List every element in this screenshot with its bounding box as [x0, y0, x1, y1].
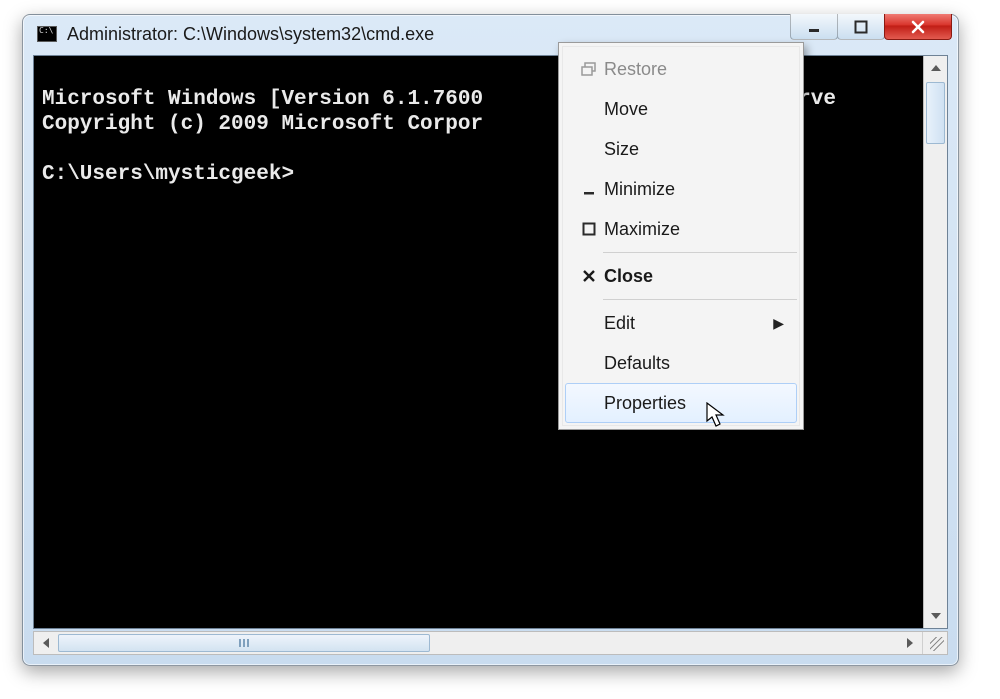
cmd-window: Administrator: C:\Windows\system32\cmd.e…	[22, 14, 959, 666]
close-icon	[909, 20, 927, 34]
restore-icon	[574, 62, 604, 76]
vertical-scroll-thumb[interactable]	[926, 82, 945, 144]
scroll-right-arrow-icon[interactable]	[898, 632, 922, 654]
vertical-scrollbar[interactable]	[923, 56, 947, 628]
console-prompt: C:\Users\mysticgeek>	[42, 163, 294, 186]
minimize-menu-icon	[574, 182, 604, 196]
cmd-icon	[37, 26, 57, 42]
menu-item-close[interactable]: Close	[565, 256, 797, 296]
menu-separator-1	[603, 252, 797, 253]
menu-item-move[interactable]: Move	[565, 89, 797, 129]
menu-item-defaults[interactable]: Defaults	[565, 343, 797, 383]
window-title: Administrator: C:\Windows\system32\cmd.e…	[67, 24, 434, 45]
system-menu: Restore Move Size Minimize Maximize	[558, 42, 804, 430]
scroll-left-arrow-icon[interactable]	[34, 632, 58, 654]
caption-buttons	[791, 14, 952, 40]
menu-label-defaults: Defaults	[604, 353, 784, 374]
console-line-1a: Microsoft Windows [Version 6.1.7600	[42, 88, 483, 111]
menu-label-move: Move	[604, 99, 784, 120]
menu-item-minimize[interactable]: Minimize	[565, 169, 797, 209]
console-client-area[interactable]: Microsoft Windows [Version 6.1.7600 rese…	[33, 55, 948, 629]
horizontal-scrollbar[interactable]	[33, 631, 948, 655]
scroll-down-arrow-icon[interactable]	[924, 604, 947, 628]
system-menu-inner: Restore Move Size Minimize Maximize	[562, 46, 800, 426]
menu-label-size: Size	[604, 139, 784, 160]
scroll-up-arrow-icon[interactable]	[924, 56, 947, 80]
maximize-icon	[854, 20, 868, 34]
menu-item-edit[interactable]: Edit ▶	[565, 303, 797, 343]
menu-label-properties: Properties	[604, 393, 784, 414]
close-menu-icon	[574, 269, 604, 283]
menu-item-size[interactable]: Size	[565, 129, 797, 169]
minimize-icon	[807, 20, 821, 34]
menu-item-restore: Restore	[565, 49, 797, 89]
menu-item-properties[interactable]: Properties	[565, 383, 797, 423]
horizontal-scroll-thumb[interactable]	[58, 634, 430, 652]
menu-label-edit: Edit	[604, 313, 773, 334]
maximize-menu-icon	[574, 222, 604, 236]
resize-grip-icon[interactable]	[922, 632, 947, 654]
horizontal-scroll-track[interactable]	[58, 632, 898, 654]
menu-label-maximize: Maximize	[604, 219, 784, 240]
minimize-button[interactable]	[790, 14, 838, 40]
close-button[interactable]	[884, 14, 952, 40]
submenu-arrow-icon: ▶	[773, 315, 784, 332]
menu-label-minimize: Minimize	[604, 179, 784, 200]
menu-label-close: Close	[604, 266, 784, 287]
maximize-button[interactable]	[837, 14, 885, 40]
menu-label-restore: Restore	[604, 59, 784, 80]
titlebar[interactable]: Administrator: C:\Windows\system32\cmd.e…	[23, 15, 958, 53]
console-line-2: Copyright (c) 2009 Microsoft Corpor	[42, 113, 483, 136]
menu-item-maximize[interactable]: Maximize	[565, 209, 797, 249]
menu-separator-2	[603, 299, 797, 300]
